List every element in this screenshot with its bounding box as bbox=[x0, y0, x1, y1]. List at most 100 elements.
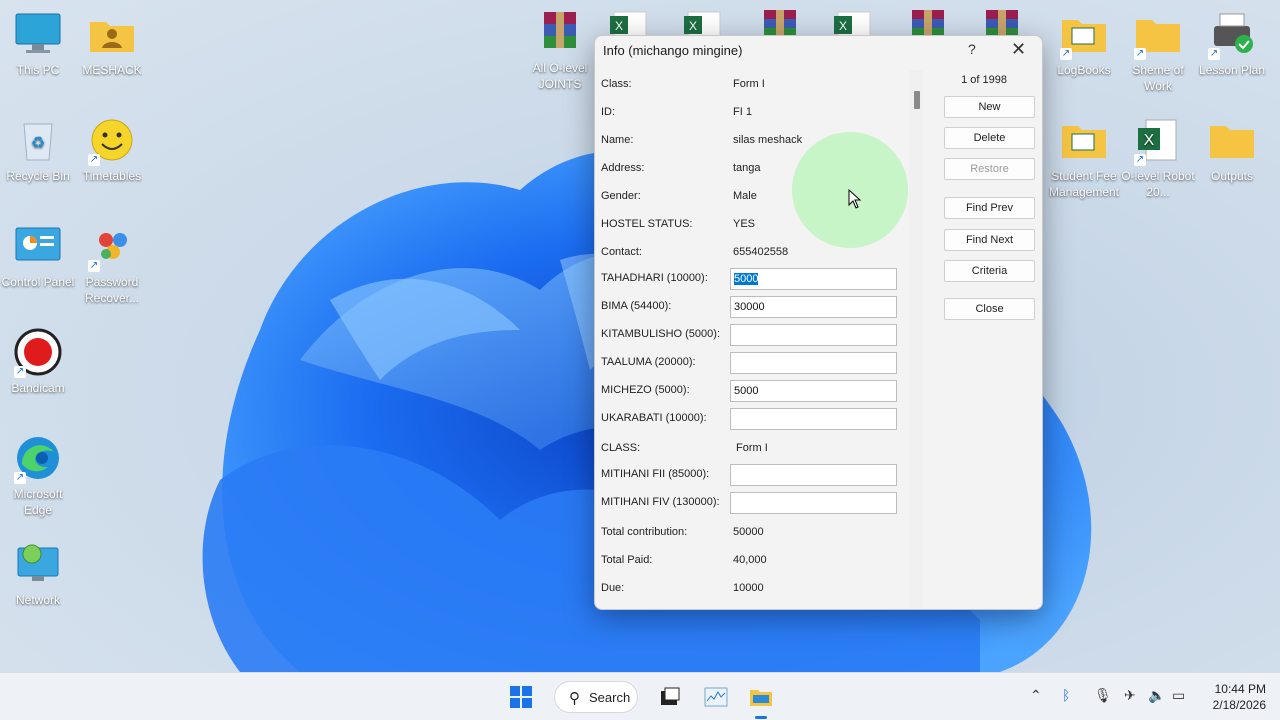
close-button[interactable]: Close bbox=[944, 298, 1035, 320]
field-label: Total Paid: bbox=[601, 554, 653, 566]
field-label: Address: bbox=[601, 162, 645, 174]
task-view-icon[interactable] bbox=[658, 685, 682, 709]
desktop-icon-lesson-plan[interactable]: ↗ Lesson Plan bbox=[1194, 10, 1270, 78]
field-label: Gender: bbox=[601, 190, 641, 202]
mouse-pointer-icon bbox=[848, 188, 862, 209]
field-value: Form I bbox=[736, 442, 768, 454]
close-icon[interactable]: ✕ bbox=[1011, 39, 1026, 60]
field-label: HOSTEL STATUS: bbox=[601, 218, 693, 230]
michezo-input[interactable]: 5000 bbox=[730, 380, 897, 402]
svg-text:X: X bbox=[1144, 132, 1155, 149]
field-label: TAALUMA (20000): bbox=[601, 356, 696, 368]
airplane-mode-icon[interactable]: ✈ bbox=[1124, 687, 1136, 704]
field-label: MITIHANI FII (85000): bbox=[601, 468, 710, 480]
form-row-total-contribution: Total contribution: 50000 bbox=[601, 522, 901, 544]
desktop-icon-meshack[interactable]: MESHACK bbox=[74, 10, 150, 78]
desktop-icon-all-o-level-joints[interactable]: All O-level JOINTS bbox=[522, 8, 598, 92]
shortcut-arrow-icon: ↗ bbox=[14, 366, 26, 378]
dialog-title: Info (michango mingine) bbox=[603, 43, 743, 58]
desktop-icon-logbooks[interactable]: ↗ LogBooks bbox=[1046, 10, 1122, 78]
desktop-icon-label: Outputs bbox=[1210, 169, 1254, 183]
desktop-icon-label: Sheme of Work bbox=[1132, 63, 1184, 93]
desktop-icon-student-fee-management[interactable]: Student Fee Management bbox=[1046, 116, 1122, 200]
shortcut-arrow-icon: ↗ bbox=[1134, 48, 1146, 60]
clock-time: 10:44 PM bbox=[1214, 682, 1266, 696]
desktop-icon-microsoft-edge[interactable]: ↗ Microsoft Edge bbox=[0, 434, 76, 518]
form-row-id: ID: FI 1 bbox=[601, 102, 901, 124]
restore-button[interactable]: Restore bbox=[944, 158, 1035, 180]
desktop-icon-sheme-of-work[interactable]: ↗ Sheme of Work bbox=[1120, 10, 1196, 94]
desktop-icon-o-level-robot[interactable]: X ↗ O-level Robot 20... bbox=[1120, 116, 1196, 200]
form-scrollbar[interactable] bbox=[909, 70, 923, 609]
field-label: ID: bbox=[601, 106, 616, 118]
desktop-icon-outputs[interactable]: Outputs bbox=[1194, 116, 1270, 184]
find-prev-button[interactable]: Find Prev bbox=[944, 197, 1035, 219]
desktop-icon-label: Student Fee Management bbox=[1048, 169, 1120, 199]
form-row-bima: BIMA (54400): 30000 bbox=[601, 296, 901, 318]
taskbar-clock[interactable]: 10:44 PM 2/18/2026 bbox=[1196, 681, 1266, 713]
desktop-icon-password-recover[interactable]: ↗ Password Recover... bbox=[74, 222, 150, 306]
find-next-button[interactable]: Find Next bbox=[944, 229, 1035, 251]
bluetooth-icon[interactable]: ᛒ bbox=[1062, 687, 1070, 703]
desktop-icon-label: Microsoft Edge bbox=[13, 487, 63, 517]
field-label: Class: bbox=[601, 78, 632, 90]
ukarabati-input[interactable] bbox=[730, 408, 897, 430]
delete-button[interactable]: Delete bbox=[944, 127, 1035, 149]
battery-icon[interactable]: ▭ bbox=[1172, 687, 1185, 704]
kitambulisho-input[interactable] bbox=[730, 324, 897, 346]
form-row-ukarabati: UKARABATI (10000): bbox=[601, 408, 901, 430]
shortcut-arrow-icon: ↗ bbox=[1134, 154, 1146, 166]
shortcut-arrow-icon: ↗ bbox=[1208, 48, 1220, 60]
form-row-mitihani-fiv: MITIHANI FIV (130000): bbox=[601, 492, 901, 514]
desktop-icon-control-panel[interactable]: Control Panel bbox=[0, 222, 76, 290]
bima-input[interactable]: 30000 bbox=[730, 296, 897, 318]
form-row-taaluma: TAALUMA (20000): bbox=[601, 352, 901, 374]
performance-monitor-icon[interactable] bbox=[704, 685, 728, 709]
desktop-icon-label: Password Recover... bbox=[84, 275, 140, 305]
field-label: CLASS: bbox=[601, 442, 641, 454]
folder-icon: ↗ bbox=[1058, 10, 1110, 60]
desktop-icon-timetables[interactable]: ↗ Timetables bbox=[74, 116, 150, 184]
field-value: 10000 bbox=[733, 582, 764, 594]
control-panel-icon bbox=[12, 222, 64, 270]
field-label: KITAMBULISHO (5000): bbox=[601, 328, 720, 340]
field-label: UKARABATI (10000): bbox=[601, 412, 707, 424]
form-row-michezo: MICHEZO (5000): 5000 bbox=[601, 380, 901, 402]
field-value: 655402558 bbox=[733, 246, 789, 258]
taskbar-search[interactable]: ⚲ Search bbox=[554, 681, 638, 713]
svg-text:♻: ♻ bbox=[31, 135, 45, 152]
excel-icon: X ↗ bbox=[1132, 116, 1184, 166]
mitihani-fii-input[interactable] bbox=[730, 464, 897, 486]
scroll-thumb[interactable] bbox=[914, 91, 920, 109]
form-row-mitihani-fii: MITIHANI FII (85000): bbox=[601, 464, 901, 486]
windows-start-icon[interactable] bbox=[509, 685, 533, 709]
field-value: Male bbox=[733, 190, 757, 202]
microphone-icon[interactable]: 🎙 bbox=[1094, 687, 1112, 704]
file-explorer-icon[interactable] bbox=[749, 685, 773, 709]
criteria-button[interactable]: Criteria bbox=[944, 260, 1035, 282]
folder-icon bbox=[1206, 116, 1258, 164]
chevron-up-icon[interactable]: ⌃ bbox=[1030, 687, 1042, 704]
new-button[interactable]: New bbox=[944, 96, 1035, 118]
field-value: FI 1 bbox=[733, 106, 752, 118]
desktop-icon-bandicam[interactable]: ↗ Bandicam bbox=[0, 328, 76, 396]
desktop-icon-label: O-level Robot 20... bbox=[1121, 169, 1195, 199]
form-row-due: Due: 10000 bbox=[601, 578, 901, 600]
desktop-icon-this-pc[interactable]: This PC bbox=[0, 10, 76, 78]
desktop-icon-network[interactable]: Network bbox=[0, 540, 76, 608]
form-row-total-paid: Total Paid: 40,000 bbox=[601, 550, 901, 572]
help-button[interactable]: ? bbox=[968, 41, 976, 57]
winrar-archive-icon bbox=[534, 8, 586, 56]
taaluma-input[interactable] bbox=[730, 352, 897, 374]
volume-icon[interactable]: 🔈 bbox=[1148, 687, 1165, 704]
shortcut-arrow-icon: ↗ bbox=[14, 472, 26, 484]
shortcut-arrow-icon: ↗ bbox=[88, 154, 100, 166]
tahadhari-input[interactable]: 5000 bbox=[730, 268, 897, 290]
desktop-icon-label: Control Panel bbox=[1, 275, 75, 289]
folder-icon bbox=[1058, 116, 1110, 164]
field-label: MITIHANI FIV (130000): bbox=[601, 496, 720, 508]
desktop-icon-label: This PC bbox=[16, 63, 60, 77]
mitihani-fiv-input[interactable] bbox=[730, 492, 897, 514]
record-icon: ↗ bbox=[12, 328, 64, 378]
desktop-icon-recycle-bin[interactable]: ♻ Recycle Bin bbox=[0, 116, 76, 184]
